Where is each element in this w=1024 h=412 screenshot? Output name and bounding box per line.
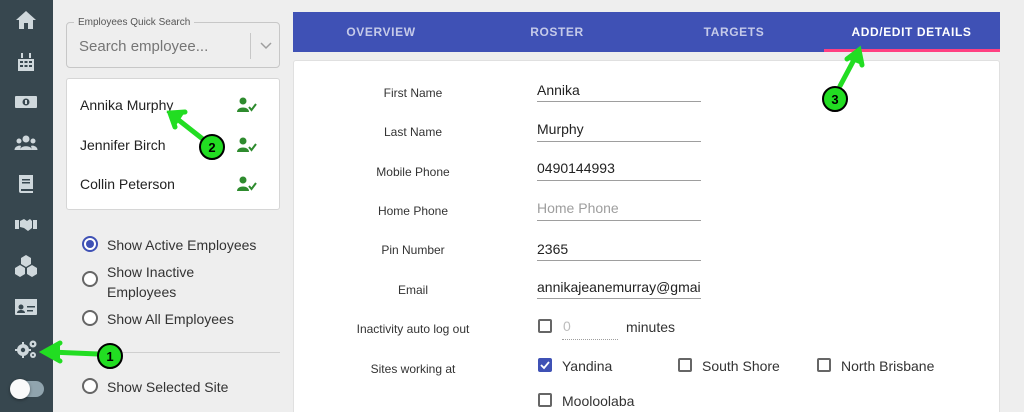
radio-button[interactable] — [82, 310, 98, 326]
site-label-yandina: Yandina — [562, 358, 613, 374]
email-label: Email — [397, 283, 428, 297]
minutes-label: minutes — [626, 319, 676, 335]
annotation-badge-2: 2 — [199, 134, 225, 160]
last-name-label: Last Name — [383, 125, 443, 139]
first-name-underline — [537, 101, 701, 102]
filter-site-label: Show Selected Site — [107, 379, 229, 395]
sidebar — [0, 0, 53, 412]
user-check-icon — [237, 137, 257, 152]
list-item[interactable]: Jennifer Birch — [67, 129, 279, 159]
toggle-knob — [10, 379, 30, 399]
handshake-icon[interactable] — [12, 212, 40, 236]
list-item[interactable]: Annika Murphy — [67, 89, 279, 119]
home-phone-field[interactable]: Home Phone — [537, 200, 701, 216]
site-label-south-shore: South Shore — [702, 358, 780, 374]
filter-inactive-label: Show Inactive Employees — [107, 264, 195, 300]
mobile-phone-field[interactable]: 0490144993 — [537, 160, 701, 176]
tab-add-edit-details[interactable]: ADD/EDIT DETAILS — [823, 12, 1000, 52]
theme-toggle[interactable] — [10, 379, 44, 399]
filter-all[interactable]: Show All Employees — [82, 309, 234, 329]
tab-overview[interactable]: OVERVIEW — [293, 12, 469, 52]
email-underline — [537, 298, 701, 299]
id-card-icon[interactable] — [12, 295, 40, 319]
mobile-phone-underline — [537, 180, 701, 181]
filter-inactive[interactable]: Show Inactive Employees — [82, 262, 202, 302]
employee-name: Annika Murphy — [80, 97, 174, 113]
employee-list: Annika Murphy Jennifer Birch Collin Pete… — [66, 78, 280, 210]
radio-button[interactable] — [82, 378, 98, 394]
search-legend: Employees Quick Search — [74, 17, 195, 28]
inactivity-minutes-field[interactable]: 0 — [563, 318, 571, 334]
site-checkbox-north-brisbane[interactable] — [817, 358, 831, 372]
book-icon[interactable] — [12, 172, 40, 196]
site-checkbox-mooloolaba[interactable] — [538, 393, 552, 407]
annotation-badge-1: 1 — [97, 343, 123, 369]
site-checkbox-south-shore[interactable] — [678, 358, 692, 372]
filter-all-label: Show All Employees — [107, 311, 234, 327]
user-check-icon — [237, 97, 257, 112]
filter-site[interactable]: Show Selected Site — [82, 377, 228, 397]
search-separator — [250, 33, 251, 59]
annotation-badge-3: 3 — [822, 86, 848, 112]
mobile-phone-label: Mobile Phone — [376, 165, 450, 179]
inactivity-underline — [562, 339, 618, 340]
site-label-mooloolaba: Mooloolaba — [562, 393, 635, 409]
employee-search[interactable] — [66, 22, 280, 68]
filter-active-label: Show Active Employees — [107, 237, 257, 253]
home-phone-label: Home Phone — [377, 204, 449, 218]
search-input[interactable] — [79, 38, 249, 55]
tab-roster[interactable]: ROSTER — [469, 12, 645, 52]
first-name-field[interactable]: Annika — [537, 82, 701, 98]
pin-number-label: Pin Number — [381, 243, 445, 257]
check-icon — [540, 361, 550, 370]
sites-label: Sites working at — [370, 362, 456, 376]
site-checkbox-yandina[interactable] — [538, 358, 552, 372]
inactivity-label: Inactivity auto log out — [356, 322, 470, 336]
user-check-icon — [237, 176, 257, 191]
employee-name: Jennifer Birch — [80, 137, 166, 153]
tab-bar: OVERVIEW ROSTER TARGETS ADD/EDIT DETAILS — [293, 12, 1000, 52]
boxes-icon[interactable] — [12, 253, 40, 277]
money-icon[interactable] — [12, 90, 40, 114]
last-name-field[interactable]: Murphy — [537, 121, 701, 137]
active-tab-indicator — [824, 49, 1000, 52]
tab-targets[interactable]: TARGETS — [645, 12, 823, 52]
inactivity-checkbox[interactable] — [538, 319, 552, 333]
gears-icon[interactable] — [12, 337, 40, 361]
calendar-icon[interactable] — [12, 50, 40, 74]
first-name-label: First Name — [383, 86, 443, 100]
employee-name: Collin Peterson — [80, 176, 175, 192]
home-icon[interactable] — [12, 8, 40, 32]
radio-button[interactable] — [82, 271, 98, 287]
email-field[interactable]: annikajeanemurray@gmail.com — [537, 279, 701, 295]
users-icon[interactable] — [12, 131, 40, 155]
radio-button[interactable] — [82, 236, 98, 252]
pin-number-underline — [537, 260, 701, 261]
chevron-down-icon[interactable] — [257, 36, 275, 54]
list-item[interactable]: Collin Peterson — [67, 168, 279, 198]
pin-number-field[interactable]: 2365 — [537, 241, 701, 257]
home-phone-underline — [537, 220, 701, 221]
site-label-north-brisbane: North Brisbane — [841, 358, 935, 374]
filter-active[interactable]: Show Active Employees — [82, 235, 256, 255]
last-name-underline — [537, 141, 701, 142]
